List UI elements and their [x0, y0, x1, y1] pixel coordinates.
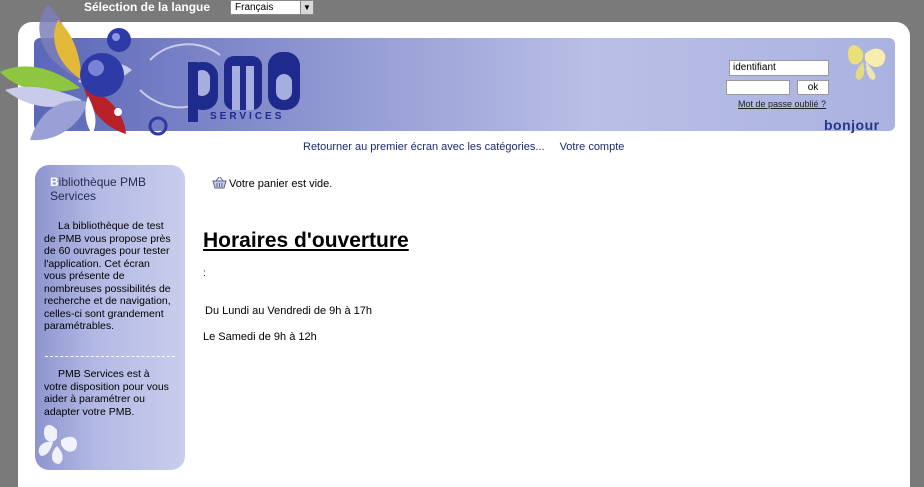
- password-field[interactable]: [726, 80, 790, 95]
- nav-links: Retourner au premier écran avec les caté…: [303, 141, 636, 153]
- flower-decoration-icon: [0, 5, 168, 143]
- basket-status: Votre panier est vide.: [212, 176, 333, 190]
- login-ok-button[interactable]: ok: [797, 80, 829, 95]
- login-id-field[interactable]: identifiant: [729, 60, 829, 76]
- colon-text: :: [203, 268, 206, 279]
- pmb-logo-sub: SERVICES: [210, 111, 284, 122]
- hours-saturday: Le Samedi de 9h à 12h: [203, 331, 317, 343]
- hours-weekday: Du Lundi au Vendredi de 9h à 17h: [205, 305, 372, 317]
- sidebar-paragraph-help: PMB Services est à votre disposition pou…: [44, 368, 169, 418]
- sidebar-title-rest: ibliothèque PMB Services: [50, 175, 147, 203]
- butterfly-icon: [847, 45, 886, 80]
- back-to-categories-link[interactable]: Retourner au premier écran avec les caté…: [303, 141, 545, 153]
- sidebar-flower-icon: [38, 424, 78, 464]
- my-account-link[interactable]: Votre compte: [560, 141, 625, 153]
- sidebar-paragraph-intro: La bibliothèque de test de PMB vous prop…: [44, 220, 171, 332]
- basket-text: Votre panier est vide.: [229, 178, 333, 190]
- pmb-logo: SERVICES: [188, 52, 300, 122]
- greeting-text: bonjour: [824, 117, 880, 133]
- basket-icon[interactable]: [212, 176, 227, 189]
- forgot-password-link[interactable]: Mot de passe oublié ?: [738, 99, 826, 109]
- sidebar: Bibliothèque PMB Services La bibliothèqu…: [35, 165, 185, 470]
- sidebar-divider: [45, 356, 175, 357]
- sidebar-title-initial: B: [50, 175, 59, 189]
- sidebar-title: Bibliothèque PMB Services: [50, 175, 170, 203]
- page-title: Horaires d'ouverture: [203, 229, 409, 252]
